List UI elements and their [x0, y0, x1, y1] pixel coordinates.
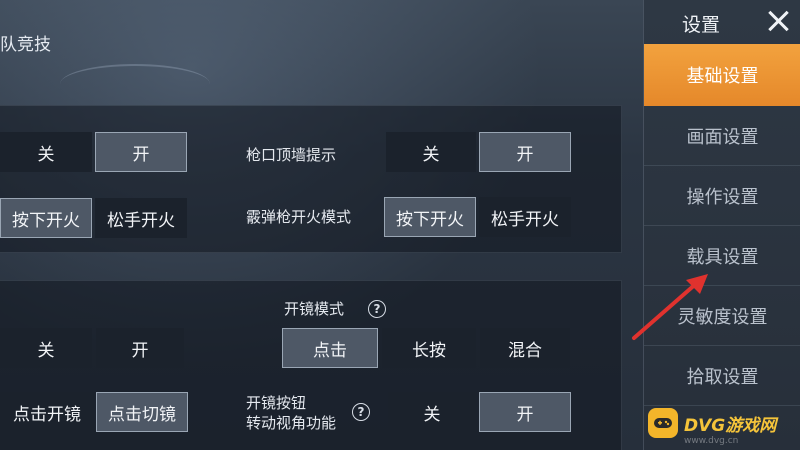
scope-mode-help-icon[interactable]: ? [368, 300, 386, 318]
scope-mode-hold-button[interactable]: 长按 [382, 328, 476, 368]
scope-rotate-label-line1: 开镜按钮 [246, 394, 307, 412]
fire-on-press-button[interactable]: 按下开火 [0, 198, 92, 238]
scope-mode-label: 开镜模式 [284, 300, 345, 318]
scope-rotate-off-button[interactable]: 关 [388, 392, 476, 432]
scope-rotate-help-icon[interactable]: ? [352, 403, 370, 421]
shotgun-fire-on-press-button[interactable]: 按下开火 [384, 197, 476, 237]
close-icon[interactable] [763, 6, 793, 36]
fire-on-release-button[interactable]: 松手开火 [95, 198, 187, 238]
shotgun-fire-mode-label: 霰弹枪开火模式 [246, 208, 352, 226]
scope-mode-tap-button[interactable]: 点击 [282, 328, 378, 368]
sidebar-header: 设置 [644, 0, 800, 44]
shotgun-fire-on-release-button[interactable]: 松手开火 [479, 197, 571, 237]
sidebar-item-pickup[interactable]: 拾取设置 [644, 346, 800, 406]
scope-rotate-on-button[interactable]: 开 [479, 392, 571, 432]
muzzle-wall-hint-label: 枪口顶墙提示 [246, 146, 337, 164]
scope-rotate-label-line2: 转动视角功能 [246, 414, 337, 432]
watermark-text: DVG游戏网 [684, 415, 777, 436]
sidebar-item-sensitivity[interactable]: 灵敏度设置 [644, 286, 800, 346]
sidebar-item-graphics[interactable]: 画面设置 [644, 106, 800, 166]
option-on-button[interactable]: 开 [95, 132, 187, 172]
sidebar-title: 设置 [682, 14, 721, 36]
scope-toggle-off-button[interactable]: 关 [0, 328, 92, 368]
tap-switch-scope-button[interactable]: 点击切镜 [96, 392, 188, 432]
watermark-url: www.dvg.cn [684, 436, 739, 446]
muzzle-hint-off-button[interactable]: 关 [386, 132, 476, 172]
settings-sidebar: 设置 基础设置 画面设置 操作设置 载具设置 灵敏度设置 拾取设置 [643, 0, 800, 450]
muzzle-hint-on-button[interactable]: 开 [479, 132, 571, 172]
tap-open-scope-button[interactable]: 点击开镜 [0, 392, 94, 432]
mode-title: 队竞技 [0, 35, 51, 55]
decorative-arc [60, 64, 210, 104]
scope-toggle-on-button[interactable]: 开 [96, 328, 184, 368]
sidebar-item-basic[interactable]: 基础设置 [644, 44, 800, 106]
sidebar-item-controls[interactable]: 操作设置 [644, 166, 800, 226]
option-off-button[interactable]: 关 [0, 132, 92, 172]
gamepad-icon [648, 408, 678, 438]
sidebar-item-vehicle[interactable]: 载具设置 [644, 226, 800, 286]
scope-mode-mix-button[interactable]: 混合 [480, 328, 570, 368]
